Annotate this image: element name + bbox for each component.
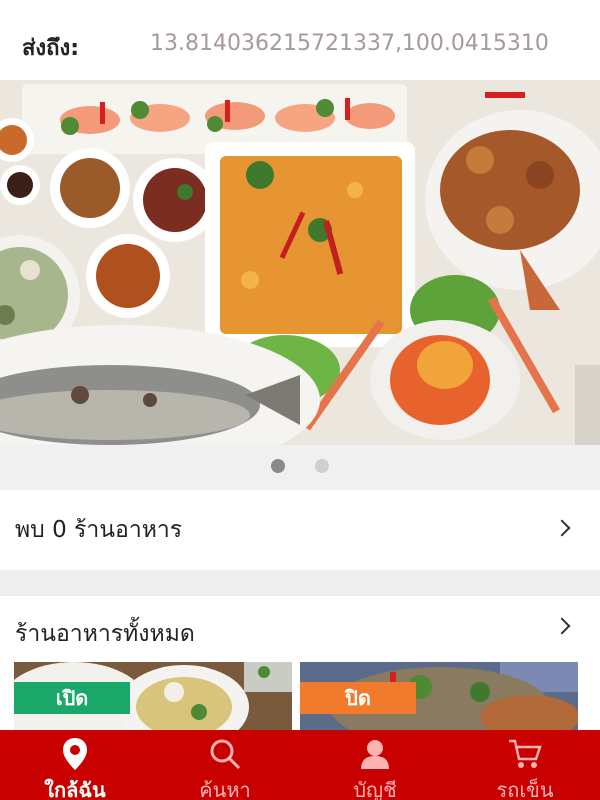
open-status-badge: เปิด xyxy=(14,682,130,714)
food-banner-illustration xyxy=(0,80,600,445)
found-restaurants-label: พบ 0 ร้านอาหาร xyxy=(15,517,183,543)
bottom-tab-bar: ใกล้ฉัน ค้นหา บัญชี รถเข็น xyxy=(0,730,600,800)
found-restaurants-row[interactable]: พบ 0 ร้านอาหาร xyxy=(0,490,600,570)
user-icon xyxy=(300,736,450,772)
search-icon xyxy=(150,736,300,772)
carousel-indicator xyxy=(0,445,600,490)
chevron-right-icon xyxy=(553,519,571,537)
restaurant-card[interactable]: เปิด xyxy=(14,662,292,732)
map-pin-icon xyxy=(0,736,150,772)
carousel-dot-active[interactable] xyxy=(271,459,285,473)
closed-status-badge: ปิด xyxy=(300,682,416,714)
all-restaurants-label: ร้านอาหารทั้งหมด xyxy=(15,621,195,647)
tab-label: ใกล้ฉัน xyxy=(44,778,106,800)
delivery-header: ส่งถึง: 13.814036215721337,100.0415310 xyxy=(0,0,600,80)
tab-label: บัญชี xyxy=(353,778,397,800)
tab-search[interactable]: ค้นหา xyxy=(150,730,300,800)
chevron-right-icon[interactable] xyxy=(553,617,571,635)
restaurant-card[interactable]: ปิด xyxy=(300,662,578,732)
cart-icon xyxy=(450,736,600,772)
tab-account[interactable]: บัญชี xyxy=(300,730,450,800)
deliver-to-label: ส่งถึง: xyxy=(22,36,80,61)
tab-cart[interactable]: รถเข็น xyxy=(450,730,600,800)
carousel-dot[interactable] xyxy=(315,459,329,473)
delivery-coordinates[interactable]: 13.814036215721337,100.0415310 xyxy=(150,31,549,56)
food-banner-image[interactable] xyxy=(0,80,600,445)
tab-label: ค้นหา xyxy=(199,778,251,800)
tab-nearby[interactable]: ใกล้ฉัน xyxy=(0,730,150,800)
tab-label: รถเข็น xyxy=(496,778,554,800)
